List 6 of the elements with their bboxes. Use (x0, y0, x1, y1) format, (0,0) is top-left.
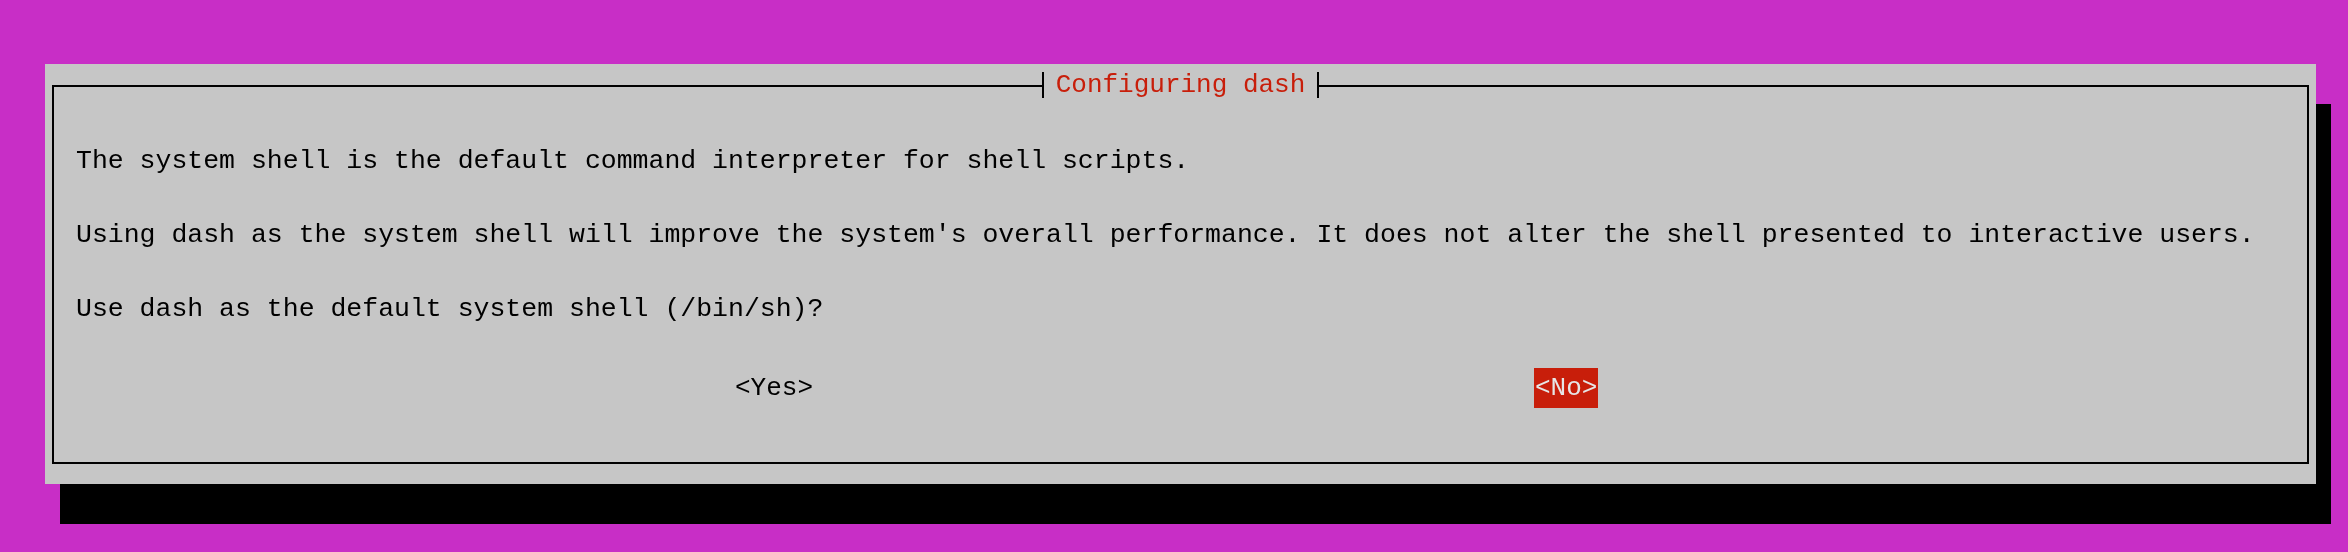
dialog-button[interactable]: <Yes> (734, 368, 814, 408)
message-text: Using dash as the system shell will improve the system's overall performance. It does not alter the shell presented to interactive users. (76, 219, 2256, 252)
dialog-title: Configuring dash (1041, 72, 1320, 98)
message-text: The system shell is the default command interpreter for shell scripts. (76, 145, 1191, 178)
dialog-button[interactable]: <No> (1534, 368, 1599, 408)
message-text: Use dash as the default system shell (/bin/sh)? (76, 293, 825, 326)
